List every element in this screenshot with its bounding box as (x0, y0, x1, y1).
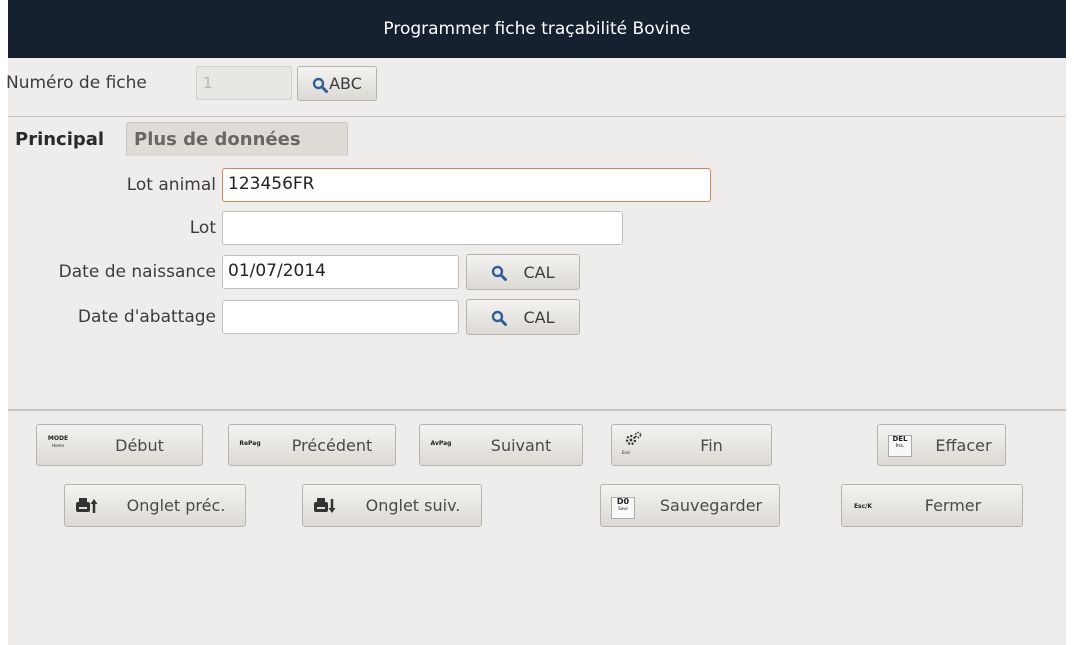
key-sub-label: Ins. (895, 443, 905, 449)
key-label: Esc/K (853, 503, 873, 510)
del-ins-key-icon: DEL Ins. (888, 435, 912, 457)
onglet-prec-label: Onglet préc. (126, 496, 226, 515)
printer-down-icon (313, 497, 336, 517)
lot-field[interactable] (222, 211, 623, 245)
fiche-number-label: Numéro de fiche (6, 73, 147, 93)
date-naissance-label: Date de naissance (58, 262, 216, 282)
fin-label: Fin (700, 435, 723, 455)
abc-search-label: ABC (329, 74, 362, 93)
key-label: MODE (47, 435, 69, 442)
key-label: DEL (892, 435, 908, 443)
suivant-button[interactable]: AvPag Suivant (419, 424, 583, 466)
repag-key-icon: RePag (239, 440, 261, 460)
abc-search-button[interactable]: ABC (297, 66, 377, 101)
printer-up-icon (75, 497, 98, 517)
effacer-button[interactable]: DEL Ins. Effacer (877, 424, 1006, 466)
mode-home-key-icon: MODE Home (47, 435, 69, 455)
main-window: Programmer fiche traçabilité Bovine Numé… (6, 0, 1066, 645)
fiche-number-row: Numéro de fiche 1 ABC (6, 63, 1066, 103)
sauvegarder-button[interactable]: D0 Save Sauvegarder (600, 484, 780, 527)
window-title: Programmer fiche traçabilité Bovine (8, 0, 1066, 58)
gear-icon: End (622, 431, 644, 455)
precedent-label: Précédent (291, 435, 373, 455)
date-naissance-field[interactable]: 01/07/2014 (222, 255, 459, 289)
suivant-label: Suivant (490, 435, 552, 455)
key-sub-label: Home (52, 443, 64, 448)
date-abattage-cal-button[interactable]: CAL (466, 299, 580, 335)
lot-animal-field[interactable]: 123456FR (222, 168, 711, 202)
debut-label: Début (115, 435, 164, 455)
precedent-button[interactable]: RePag Précédent (228, 424, 396, 466)
avpag-key-icon: AvPag (430, 440, 452, 460)
tab-panel: Principal Plus de données Lot animal 123… (8, 116, 1066, 411)
esc-key-icon: Esc/K (852, 503, 874, 523)
key-label: RePag (239, 440, 261, 447)
date-naissance-cal-button[interactable]: CAL (466, 254, 580, 290)
onglet-prec-button[interactable]: Onglet préc. (64, 484, 246, 527)
fiche-number-field[interactable]: 1 (196, 66, 292, 100)
search-icon (491, 265, 508, 281)
fermer-button[interactable]: Esc/K Fermer (841, 484, 1023, 527)
onglet-suiv-button[interactable]: Onglet suiv. (302, 484, 482, 527)
date-abattage-label: Date d'abattage (77, 307, 216, 327)
fin-button[interactable]: End Fin (611, 424, 772, 466)
key-sub-label: End (622, 450, 630, 455)
lot-label: Lot (189, 218, 216, 238)
tab-plus-de-donnees[interactable]: Plus de données (126, 122, 348, 156)
tab-principal[interactable]: Principal (8, 122, 124, 156)
effacer-label: Effacer (935, 435, 992, 455)
key-label: D0 (616, 497, 630, 506)
fermer-label: Fermer (924, 496, 982, 515)
key-sub-label: Save (618, 506, 628, 511)
search-icon (491, 310, 508, 326)
search-icon (312, 77, 329, 93)
save-key-icon: D0 Save (611, 497, 635, 519)
debut-button[interactable]: MODE Home Début (36, 424, 203, 466)
cal-label: CAL (523, 262, 555, 282)
key-label: AvPag (430, 440, 452, 447)
lot-animal-label: Lot animal (126, 175, 216, 195)
date-abattage-field[interactable] (222, 300, 459, 334)
onglet-suiv-label: Onglet suiv. (365, 496, 461, 515)
cal-label: CAL (523, 307, 555, 327)
sauvegarder-label: Sauvegarder (659, 496, 763, 515)
